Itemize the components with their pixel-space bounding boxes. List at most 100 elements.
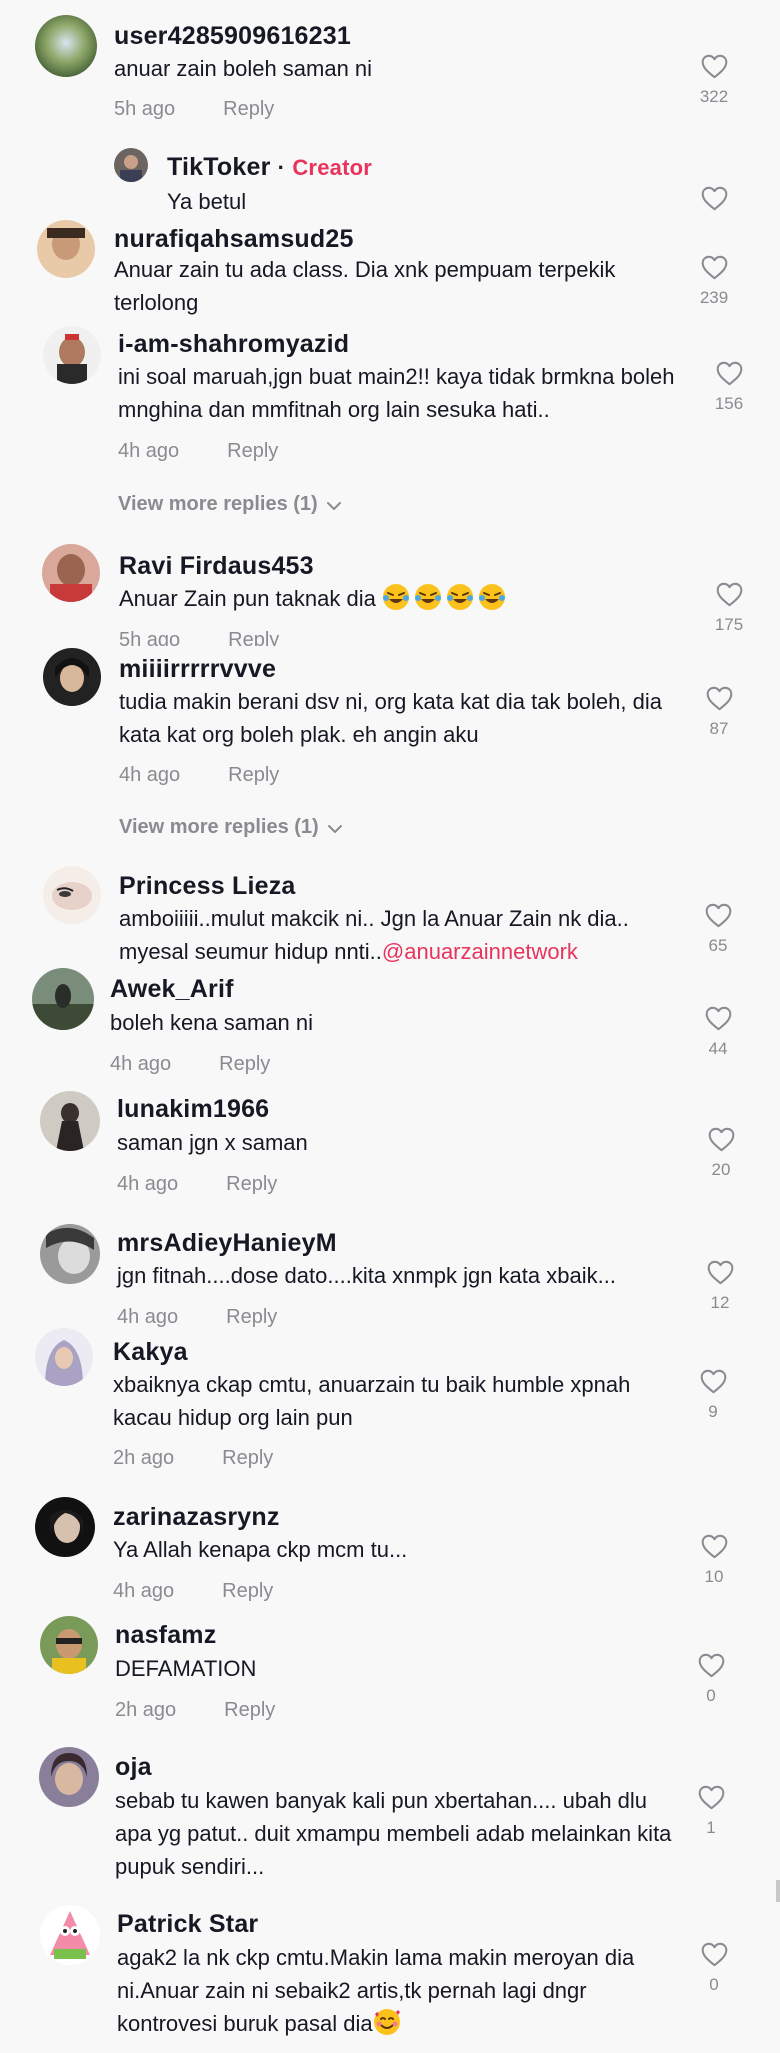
scrollbar-thumb[interactable] [776,1880,780,1902]
comment-time: 5h ago [119,629,181,646]
comment-username[interactable]: mrsAdieyHanieyM [117,1228,337,1258]
reply-button[interactable]: Reply [226,1173,277,1195]
comment-time: 2h ago [113,1447,175,1469]
like-button[interactable]: 9 [683,1369,743,1422]
comment-meta: 5h ago Reply [119,628,279,646]
like-button[interactable]: 44 [688,1006,748,1059]
like-button[interactable]: 10 [684,1534,744,1587]
comment-username[interactable]: i-am-shahromyazid [118,329,349,359]
comment-text: boleh kena saman ni [110,1010,314,1035]
like-button[interactable] [684,186,744,211]
laughing-tears-emoji [414,583,442,611]
comment-text: sebab tu kawen banyak kali pun xbertahan… [115,1788,672,1879]
comment-time: 4h ago [118,440,180,462]
avatar[interactable] [35,1497,95,1557]
reply-button[interactable]: Reply [219,1053,270,1075]
comment-text: Anuar Zain pun taknak dia [119,582,679,615]
like-count: 44 [708,1039,728,1058]
like-button[interactable]: 65 [688,903,748,956]
reply-button[interactable]: Reply [228,764,279,786]
like-button[interactable]: 175 [699,582,759,635]
comment-meta: 4h ago Reply [119,763,279,787]
like-button[interactable]: 0 [684,1942,744,1995]
heart-outline-icon [698,1785,724,1810]
heart-outline-icon [701,255,727,280]
like-button[interactable]: 0 [681,1653,741,1706]
like-count: 65 [708,936,728,955]
avatar[interactable] [43,648,101,706]
like-button[interactable]: 87 [689,686,749,739]
comment-username[interactable]: oja [115,1752,152,1782]
heart-outline-icon [708,1127,734,1152]
laughing-tears-emoji [478,583,506,611]
avatar[interactable] [37,220,95,278]
comment-text: amboiiiii..mulut makcik ni.. Jgn la Anua… [119,902,679,968]
comment-text: Ya Allah kenapa ckp mcm tu... [113,1537,408,1562]
comment-username[interactable]: lunakim1966 [117,1094,269,1124]
comment-time: 4h ago [117,1173,179,1195]
like-count: 87 [709,719,729,738]
reply-button[interactable]: Reply [227,440,278,462]
like-button[interactable]: 1 [681,1785,741,1838]
avatar[interactable] [43,866,101,924]
comment-meta: 4h ago Reply [118,439,278,463]
reply-button[interactable]: Reply [228,629,279,646]
avatar[interactable] [39,1747,99,1807]
reply-button[interactable]: Reply [223,98,274,120]
comment-username[interactable]: nasfamz [115,1620,216,1650]
like-button[interactable]: 239 [684,255,744,308]
avatar[interactable] [43,326,101,384]
view-more-replies[interactable]: View more replies (1) [118,492,342,517]
comment-username[interactable]: Ravi Firdaus453 [119,551,314,581]
comment-username[interactable]: Princess Lieza [119,871,296,901]
reply-button[interactable]: Reply [224,1699,275,1721]
comment-username[interactable]: miiiirrrrrvvve [119,654,276,684]
comment-username[interactable]: user4285909616231 [114,21,351,51]
comment-username[interactable]: zarinazasrynz [113,1502,280,1532]
comment-time: 5h ago [114,98,176,120]
avatar[interactable] [35,15,97,77]
avatar[interactable] [40,1224,100,1284]
like-button[interactable]: 156 [699,361,759,414]
chevron-down-icon [326,493,342,517]
comment-text: saman jgn x saman [117,1130,308,1155]
chevron-down-icon [327,816,343,840]
reply-button[interactable]: Reply [222,1580,273,1602]
avatar[interactable] [40,1616,98,1674]
comment-meta: 4h ago Reply [113,1579,273,1603]
avatar[interactable] [42,544,100,602]
view-more-label: View more replies (1) [119,816,319,838]
like-count: 10 [704,1567,724,1586]
like-button[interactable]: 12 [690,1260,750,1313]
heart-outline-icon [705,903,731,928]
heart-outline-icon [716,361,742,386]
like-button[interactable]: 322 [684,54,744,107]
like-count: 12 [710,1293,730,1312]
comment-text: tudia makin berani dsv ni, org kata kat … [119,689,662,747]
comment-text: jgn fitnah....dose dato....kita xnmpk jg… [117,1263,616,1288]
comment-username[interactable]: Kakya [113,1337,188,1367]
mention-link[interactable]: @anuarzainnetwork [382,939,578,964]
smiling-hearts-emoji [373,2008,401,2036]
comment-meta: 5h ago Reply [114,97,274,121]
avatar[interactable] [35,1328,93,1386]
like-count: 0 [706,1686,716,1705]
avatar[interactable] [114,148,148,182]
view-more-replies[interactable]: View more replies (1) [119,815,343,840]
avatar[interactable] [40,1905,100,1965]
comment-text: anuar zain boleh saman ni [114,56,373,81]
creator-name[interactable]: TikToker [167,153,271,181]
comment-meta: 2h ago Reply [113,1446,273,1470]
reply-button[interactable]: Reply [222,1447,273,1469]
comment-username: TikToker · Creator [167,152,372,183]
comment-username[interactable]: nurafiqahsamsud25 [114,224,354,254]
like-button[interactable]: 20 [691,1127,751,1180]
heart-outline-icon [701,1534,727,1559]
reply-button[interactable]: Reply [226,1306,277,1328]
comment-text: Anuar zain tu ada class. Dia xnk pempuam… [114,257,616,315]
avatar[interactable] [32,968,94,1030]
comment-text: DEFAMATION [115,1656,257,1681]
avatar[interactable] [40,1091,100,1151]
comment-username[interactable]: Patrick Star [117,1909,258,1939]
comment-username[interactable]: Awek_Arif [110,974,234,1004]
